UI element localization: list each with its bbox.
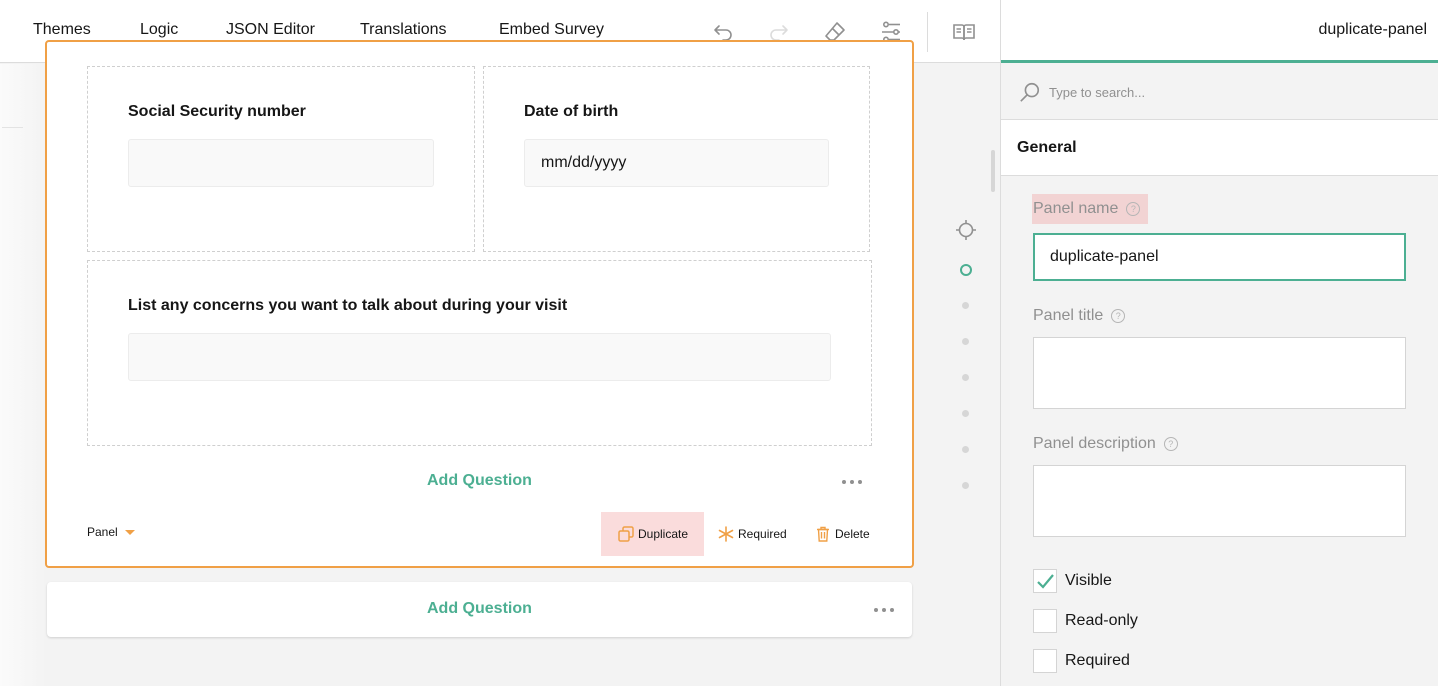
- page-add-question-bar: Add Question: [47, 582, 912, 637]
- help-icon[interactable]: ?: [1163, 437, 1178, 451]
- tab-embed-survey[interactable]: Embed Survey: [499, 21, 604, 39]
- property-grid: duplicate-panel General Panel name ? Pan…: [1000, 0, 1438, 686]
- nav-item[interactable]: [962, 302, 969, 309]
- checkbox-box[interactable]: [1033, 609, 1057, 633]
- panel-more-button[interactable]: [842, 480, 862, 484]
- read-only-checkbox[interactable]: Read-only: [1033, 609, 1138, 633]
- concerns-input[interactable]: [128, 333, 831, 381]
- label-text: Panel title: [1033, 307, 1104, 324]
- book-icon: [953, 24, 975, 41]
- delete-label: Delete: [835, 527, 870, 541]
- page-add-question-button[interactable]: Add Question: [427, 600, 532, 618]
- nav-item[interactable]: [962, 374, 969, 381]
- panel-title-input[interactable]: [1033, 337, 1406, 409]
- category-title: General: [1017, 139, 1077, 156]
- checkbox-box[interactable]: [1033, 569, 1057, 593]
- question-title: Social Security number: [128, 103, 306, 120]
- nav-item[interactable]: [962, 446, 969, 453]
- canvas-scrollbar[interactable]: [991, 150, 995, 192]
- nav-item-active[interactable]: [960, 264, 972, 276]
- panel-type-label: Panel: [87, 525, 118, 539]
- page-more-button[interactable]: [874, 608, 894, 612]
- required-label: Required: [738, 527, 787, 541]
- panel-description-label: Panel description ?: [1033, 435, 1178, 453]
- property-grid-header: duplicate-panel: [1001, 0, 1438, 63]
- target-icon[interactable]: [954, 218, 978, 242]
- panel-title-label: Panel title ?: [1033, 307, 1126, 325]
- nav-item[interactable]: [962, 338, 969, 345]
- property-search: [1001, 63, 1438, 120]
- preview-button[interactable]: [950, 18, 978, 46]
- tab-themes[interactable]: Themes: [33, 21, 91, 39]
- question-social-security[interactable]: Social Security number: [87, 66, 475, 252]
- chevron-down-icon: [124, 529, 135, 535]
- duplicate-button[interactable]: Duplicate: [601, 512, 705, 556]
- help-icon[interactable]: ?: [1126, 202, 1141, 216]
- question-date-of-birth[interactable]: Date of birth mm/dd/yyyy: [483, 66, 870, 252]
- canvas-left-gutter: [0, 64, 46, 686]
- question-title: List any concerns you want to talk about…: [128, 297, 568, 314]
- help-icon[interactable]: ?: [1111, 309, 1126, 323]
- required-checkbox[interactable]: Required: [1033, 649, 1130, 673]
- visible-checkbox[interactable]: Visible: [1033, 569, 1112, 593]
- tab-logic[interactable]: Logic: [140, 21, 178, 39]
- checkbox-label: Visible: [1065, 572, 1112, 589]
- panel-add-question-button[interactable]: Add Question: [427, 472, 532, 490]
- checkbox-box[interactable]: [1033, 649, 1057, 673]
- selected-object-name[interactable]: duplicate-panel: [1318, 21, 1427, 39]
- duplicate-icon: [618, 526, 634, 542]
- panel-description-input[interactable]: [1033, 465, 1406, 537]
- toolbar-divider: [927, 12, 928, 52]
- date-of-birth-input[interactable]: mm/dd/yyyy: [524, 139, 829, 187]
- question-title: Date of birth: [524, 103, 619, 120]
- canvas-gutter-line: [2, 127, 23, 128]
- label-text: Panel name: [1033, 200, 1119, 217]
- checkbox-label: Required: [1065, 652, 1130, 669]
- required-toggle-button[interactable]: Required: [718, 512, 787, 556]
- check-icon: [1037, 574, 1054, 589]
- label-text: Panel description: [1033, 435, 1156, 452]
- nav-item[interactable]: [962, 410, 969, 417]
- panel-name-label: Panel name ?: [1032, 194, 1149, 224]
- delete-button[interactable]: Delete: [815, 512, 870, 556]
- asterisk-icon: [718, 526, 734, 542]
- property-search-input[interactable]: [1049, 81, 1409, 103]
- checkbox-label: Read-only: [1065, 612, 1138, 629]
- search-icon: [1020, 82, 1040, 102]
- trash-icon: [817, 526, 829, 542]
- panel-name-input[interactable]: [1033, 233, 1406, 281]
- category-general[interactable]: General: [1001, 120, 1438, 176]
- ssn-input[interactable]: [128, 139, 434, 187]
- tab-json-editor[interactable]: JSON Editor: [226, 21, 315, 39]
- duplicate-label: Duplicate: [638, 527, 689, 541]
- panel-type-dropdown[interactable]: Panel: [87, 525, 135, 539]
- nav-item[interactable]: [962, 482, 969, 489]
- tab-translations[interactable]: Translations: [360, 21, 447, 39]
- question-concerns[interactable]: List any concerns you want to talk about…: [87, 260, 872, 446]
- selected-panel[interactable]: Social Security number Date of birth mm/…: [45, 40, 914, 568]
